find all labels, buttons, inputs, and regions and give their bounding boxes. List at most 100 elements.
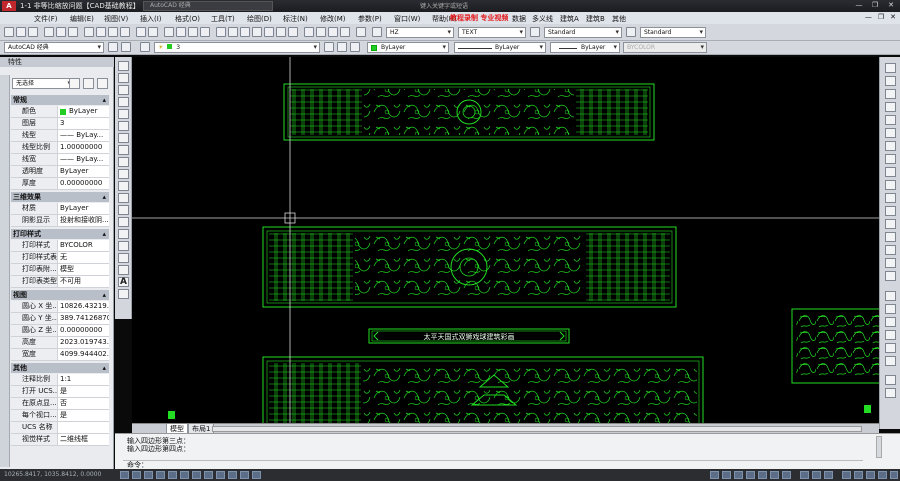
linetype-select[interactable]: ByLayer	[454, 42, 546, 53]
tpy-toggle-icon[interactable]	[228, 471, 237, 479]
block-icon[interactable]	[356, 27, 366, 37]
menu-other[interactable]: 其他	[612, 14, 626, 24]
annotation-scale-icon[interactable]	[800, 471, 809, 479]
property-value[interactable]: 1.00000000	[60, 142, 109, 153]
osnap-toggle-icon[interactable]	[168, 471, 177, 479]
property-value[interactable]: 是	[60, 410, 109, 421]
model-space-icon[interactable]	[710, 471, 719, 479]
zoom-previous-icon[interactable]	[200, 27, 210, 37]
property-row[interactable]: 打印样式表无	[11, 252, 109, 264]
dim-style-select[interactable]: Standard	[544, 27, 622, 38]
mirror-icon[interactable]	[885, 89, 896, 99]
array-icon[interactable]	[885, 115, 896, 125]
property-row[interactable]: 打印表附... 模型	[11, 264, 109, 276]
save-icon[interactable]	[28, 27, 38, 37]
property-section-header[interactable]: 视图	[11, 290, 109, 300]
join-icon[interactable]	[885, 232, 896, 242]
explode-icon[interactable]	[885, 271, 896, 281]
lineweight-toggle-icon[interactable]	[216, 471, 225, 479]
move-icon[interactable]	[885, 128, 896, 138]
property-row[interactable]: 视觉样式 二维线框	[11, 434, 109, 446]
layer-state-icon[interactable]	[350, 42, 360, 52]
menu-dimension[interactable]: 标注(N)	[283, 14, 308, 24]
layer-properties-icon[interactable]	[140, 42, 150, 52]
property-row[interactable]: 圆心 Z 坐... 0.00000000	[11, 325, 109, 337]
workspace-search-box[interactable]: AutoCAD 经典	[143, 1, 273, 11]
match-properties-icon[interactable]	[120, 27, 130, 37]
table-icon[interactable]	[118, 265, 129, 275]
region-icon[interactable]	[118, 253, 129, 263]
undo-icon[interactable]	[136, 27, 146, 37]
new-icon[interactable]	[4, 27, 14, 37]
break-icon[interactable]	[885, 219, 896, 229]
plot-preview-icon[interactable]	[56, 27, 66, 37]
otrack-toggle-icon[interactable]	[180, 471, 189, 479]
text-name-select[interactable]: TEXT	[458, 27, 526, 38]
lock-ui-icon[interactable]	[854, 471, 863, 479]
showmotion-icon[interactable]	[782, 471, 791, 479]
property-value[interactable]: 0.00000000	[60, 325, 109, 336]
property-row[interactable]: 图层 3	[11, 118, 109, 130]
property-value[interactable]: 4099.944402...	[60, 349, 109, 360]
property-value[interactable]: 否	[60, 398, 109, 409]
spline-icon[interactable]	[118, 157, 129, 167]
property-section-header[interactable]: 打印样式	[11, 229, 109, 239]
menu-draw[interactable]: 绘图(D)	[247, 14, 272, 24]
ducs-toggle-icon[interactable]	[192, 471, 201, 479]
help-icon[interactable]	[288, 27, 298, 37]
cut-icon[interactable]	[84, 27, 94, 37]
zoom-window-icon[interactable]	[188, 27, 198, 37]
lineweight-select[interactable]: ByLayer	[550, 42, 620, 53]
markup-icon[interactable]	[264, 27, 274, 37]
extend-icon[interactable]	[885, 193, 896, 203]
erase-icon[interactable]	[885, 63, 896, 73]
make-block-icon[interactable]	[118, 205, 129, 215]
gradient-icon[interactable]	[118, 241, 129, 251]
doc-restore-button[interactable]: ❐	[878, 13, 884, 21]
menu-arch-b[interactable]: 建筑B	[586, 14, 605, 24]
property-value[interactable]: 投射和接收阴...	[60, 215, 109, 226]
property-value[interactable]: 模型	[60, 264, 109, 275]
workspace-settings-icon[interactable]	[108, 42, 118, 52]
properties-palette-title[interactable]: 特性	[0, 57, 114, 67]
isolate-objects-icon[interactable]	[878, 471, 887, 479]
polygon-icon[interactable]	[118, 97, 129, 107]
property-row[interactable]: 每个视口... 是	[11, 410, 109, 422]
menu-insert[interactable]: 插入(I)	[140, 14, 162, 24]
drawing-quickview-icon[interactable]	[734, 471, 743, 479]
sc-toggle-icon[interactable]	[252, 471, 261, 479]
property-row[interactable]: 在原点显... 否	[11, 398, 109, 410]
trim-icon[interactable]	[885, 180, 896, 190]
menu-arch-a[interactable]: 建筑A	[560, 14, 579, 24]
table-style-icon[interactable]	[626, 27, 636, 37]
zoom-status-icon[interactable]	[758, 471, 767, 479]
horizontal-scrollbar[interactable]	[212, 426, 862, 432]
hardware-accel-icon[interactable]	[866, 471, 875, 479]
fillet-icon[interactable]	[885, 258, 896, 268]
hatch-icon[interactable]	[118, 229, 129, 239]
property-section-header[interactable]: 三维效果	[11, 192, 109, 202]
layer-previous-icon[interactable]	[337, 42, 347, 52]
sheet-set-icon[interactable]	[252, 27, 262, 37]
open-icon[interactable]	[16, 27, 26, 37]
property-value[interactable]: 10826.43219...	[60, 301, 109, 312]
quick-select-icon[interactable]	[97, 78, 108, 89]
dyn-toggle-icon[interactable]	[204, 471, 213, 479]
property-row[interactable]: 高度 2023.019743...	[11, 337, 109, 349]
make-object-layer-current-icon[interactable]	[324, 42, 334, 52]
workspace-switch-icon[interactable]	[842, 471, 851, 479]
paste-icon[interactable]	[108, 27, 118, 37]
plot-icon[interactable]	[44, 27, 54, 37]
close-button[interactable]: ✕	[885, 0, 897, 11]
minimize-button[interactable]: —	[853, 0, 865, 11]
menu-file[interactable]: 文件(F)	[34, 14, 58, 24]
menu-parametric[interactable]: 参数(P)	[358, 14, 382, 24]
property-value[interactable]: 3	[60, 118, 109, 129]
redo-icon[interactable]	[148, 27, 158, 37]
menu-edit[interactable]: 编辑(E)	[70, 14, 94, 24]
copy-icon[interactable]	[96, 27, 106, 37]
layer-select[interactable]: ☀ 3	[154, 42, 320, 53]
stretch-icon[interactable]	[885, 167, 896, 177]
text-to-front-icon[interactable]	[885, 343, 896, 353]
zoom-realtime-icon[interactable]	[176, 27, 186, 37]
